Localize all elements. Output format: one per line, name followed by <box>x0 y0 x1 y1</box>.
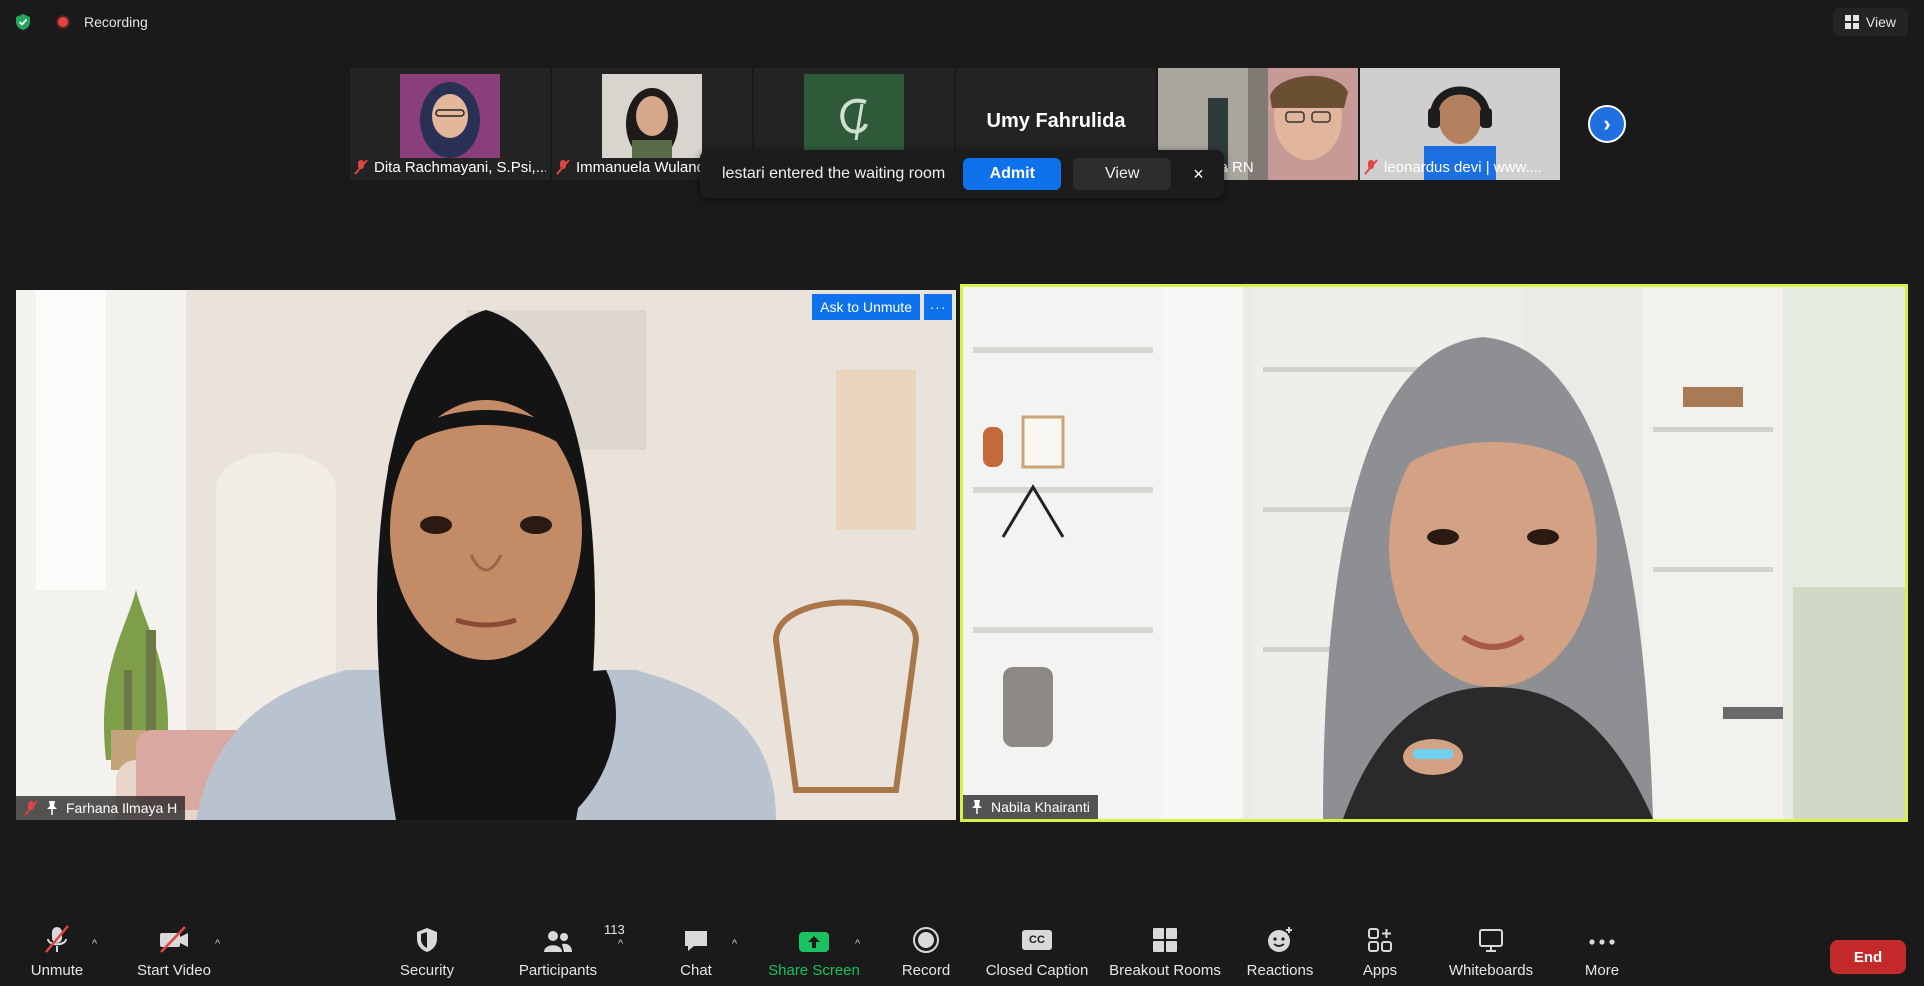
participant-name: Immanuela Wuland <box>576 158 705 176</box>
video-options-chevron-icon[interactable]: ^ <box>215 938 220 950</box>
chat-label: Chat <box>680 962 712 979</box>
participants-options-chevron-icon[interactable]: ^ <box>618 938 623 950</box>
close-icon[interactable]: × <box>1193 164 1204 185</box>
share-screen-button[interactable]: Share Screen <box>766 914 862 986</box>
unmute-label: Unmute <box>30 962 84 979</box>
view-button[interactable]: View <box>1832 8 1908 36</box>
more-button[interactable]: More <box>1578 914 1626 986</box>
admit-button[interactable]: Admit <box>963 158 1062 190</box>
chat-button[interactable]: Chat <box>668 914 724 986</box>
breakout-rooms-grid-icon <box>1151 914 1179 954</box>
participant-name: Farhana Ilmaya H <box>66 800 178 816</box>
end-meeting-button[interactable]: End <box>1830 940 1906 974</box>
participant-thumbnail[interactable]: leonardus devi | www.... <box>1360 68 1560 180</box>
top-bar: Recording View <box>0 0 1924 44</box>
pin-icon <box>47 801 57 815</box>
security-shield-icon <box>414 914 440 954</box>
participants-button[interactable]: 113 Participants <box>514 914 625 986</box>
record-button[interactable]: Record <box>898 914 954 986</box>
pin-icon <box>972 800 982 814</box>
apps-label: Apps <box>1362 962 1398 979</box>
security-label: Security <box>399 962 455 979</box>
share-options-chevron-icon[interactable]: ^ <box>855 938 860 950</box>
participant-photo <box>602 74 702 158</box>
participant-thumbnail[interactable]: Dita Rachmayani, S.Psi,... <box>350 68 550 180</box>
participant-photo <box>400 74 500 158</box>
start-video-button[interactable]: Start Video <box>133 914 215 986</box>
apps-button[interactable]: Apps <box>1352 914 1408 986</box>
participant-logo <box>804 74 904 158</box>
participant-name: Dita Rachmayani, S.Psi,... <box>374 158 546 176</box>
reactions-smiley-icon <box>1266 914 1294 954</box>
share-screen-arrow-icon <box>798 914 830 954</box>
share-screen-label: Share Screen <box>768 962 860 979</box>
closed-caption-icon: CC <box>1022 914 1052 954</box>
participant-name-tag: Nabila Khairanti <box>963 795 1098 819</box>
reactions-button[interactable]: Reactions <box>1246 914 1314 986</box>
recording-icon[interactable] <box>56 15 70 29</box>
mic-muted-icon <box>24 800 38 816</box>
grid-view-icon <box>1844 15 1859 29</box>
unmute-button[interactable]: Unmute <box>26 914 88 986</box>
security-button[interactable]: Security <box>396 914 458 986</box>
participants-icon: 113 <box>542 914 625 954</box>
apps-icon <box>1366 914 1394 954</box>
breakout-rooms-button[interactable]: Breakout Rooms <box>1108 914 1222 986</box>
start-video-label: Start Video <box>137 962 211 979</box>
mic-muted-icon <box>556 159 570 175</box>
chat-bubble-icon <box>682 914 710 954</box>
audio-options-chevron-icon[interactable]: ^ <box>92 938 97 950</box>
more-dots-icon <box>1587 914 1617 954</box>
mic-muted-icon <box>42 914 72 954</box>
participant-name: Nabila Khairanti <box>991 799 1090 815</box>
video-off-icon <box>157 914 191 954</box>
participants-label: Participants <box>518 962 598 979</box>
whiteboards-button[interactable]: Whiteboards <box>1446 914 1536 986</box>
chat-options-chevron-icon[interactable]: ^ <box>732 938 737 950</box>
record-label: Record <box>901 962 951 979</box>
cc-badge: CC <box>1022 930 1052 950</box>
breakout-rooms-label: Breakout Rooms <box>1109 962 1221 979</box>
video-tile-farhana[interactable]: Ask to Unmute ··· Farhana Ilmaya H <box>16 290 956 820</box>
next-page-chevron-icon[interactable]: › <box>1588 105 1626 143</box>
recording-label[interactable]: Recording <box>84 14 148 30</box>
more-label: More <box>1584 962 1620 979</box>
mic-muted-icon <box>354 159 368 175</box>
notification-message: lestari entered the waiting room <box>722 165 946 182</box>
closed-caption-label: Closed Caption <box>985 962 1089 979</box>
meeting-toolbar: Unmute ^ Start Video ^ Security 113 Part… <box>0 914 1924 986</box>
view-button-label: View <box>1865 14 1896 30</box>
waiting-room-notification: lestari entered the waiting room Admit V… <box>700 150 1224 198</box>
participant-name-display: Umy Fahrulida <box>986 110 1126 132</box>
reactions-label: Reactions <box>1246 962 1314 979</box>
participant-video <box>16 290 956 820</box>
more-options-icon[interactable]: ··· <box>924 294 952 320</box>
participants-count: 113 <box>604 922 625 937</box>
closed-caption-button[interactable]: CC Closed Caption <box>984 914 1090 986</box>
security-shield-icon[interactable] <box>14 13 32 31</box>
participant-name-tag: Farhana Ilmaya H <box>16 796 186 820</box>
ask-to-unmute-button[interactable]: Ask to Unmute <box>812 294 920 320</box>
whiteboard-icon <box>1477 914 1505 954</box>
view-waiting-room-button[interactable]: View <box>1073 158 1172 190</box>
record-icon <box>912 914 940 954</box>
whiteboards-label: Whiteboards <box>1448 962 1534 979</box>
video-tile-nabila-active-speaker[interactable]: Nabila Khairanti <box>960 284 1908 822</box>
mic-muted-icon <box>1364 159 1378 175</box>
participant-name: leonardus devi | www.... <box>1384 158 1543 176</box>
participant-video <box>963 287 1905 819</box>
